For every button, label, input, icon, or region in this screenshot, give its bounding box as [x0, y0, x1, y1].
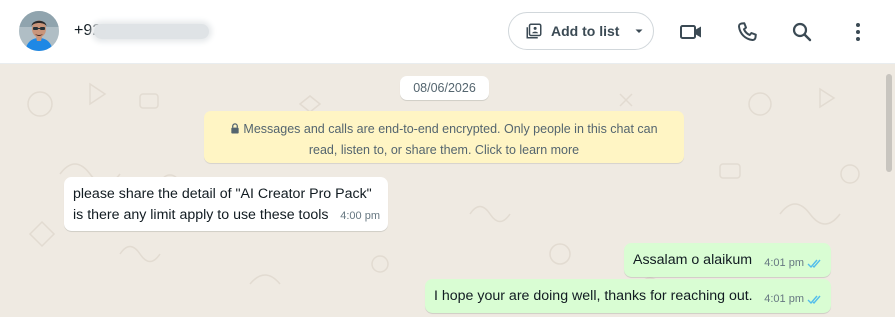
encryption-notice[interactable]: Messages and calls are end-to-end encryp…: [204, 111, 684, 163]
voice-call-icon[interactable]: [735, 20, 759, 44]
date-divider: 08/06/2026: [400, 76, 489, 100]
double-check-icon: [807, 295, 821, 304]
message-text-line2: is there any limit apply to use these to…: [73, 207, 329, 223]
message-time: 4:01 pm: [764, 257, 804, 269]
message-time: 4:00 pm: [340, 210, 380, 222]
video-call-icon[interactable]: [679, 20, 703, 44]
message-time: 4:01 pm: [764, 293, 804, 305]
add-to-list-button[interactable]: Add to list: [508, 12, 654, 50]
message-outgoing[interactable]: I hope your are doing well, thanks for r…: [425, 279, 831, 313]
add-to-list-label: Add to list: [551, 23, 620, 39]
message-meta: 4:01 pm: [764, 253, 823, 273]
double-check-icon: [807, 259, 821, 268]
chat-header: +92 Add to list: [0, 0, 895, 64]
chat-scrollbar[interactable]: [886, 74, 892, 172]
message-meta: 4:01 pm: [764, 289, 823, 309]
encryption-notice-line1: Messages and calls are end-to-end encryp…: [222, 119, 666, 140]
message-meta: 4:00 pm: [340, 206, 380, 227]
lock-icon: [231, 123, 240, 134]
message-incoming[interactable]: please share the detail of "AI Creator P…: [64, 177, 388, 231]
dropdown-caret-icon: [635, 29, 643, 33]
message-outgoing[interactable]: Assalam o alaikum 4:01 pm: [624, 243, 831, 277]
encryption-notice-line2: read, listen to, or share them. Click to…: [308, 143, 580, 157]
search-icon[interactable]: [790, 20, 814, 44]
menu-icon[interactable]: [846, 20, 870, 44]
redacted-number: [94, 24, 209, 39]
contact-name[interactable]: +92: [74, 22, 214, 42]
message-text-line1: please share the detail of "AI Creator P…: [73, 186, 372, 202]
add-to-list-icon: [526, 23, 542, 39]
avatar[interactable]: [19, 11, 59, 51]
